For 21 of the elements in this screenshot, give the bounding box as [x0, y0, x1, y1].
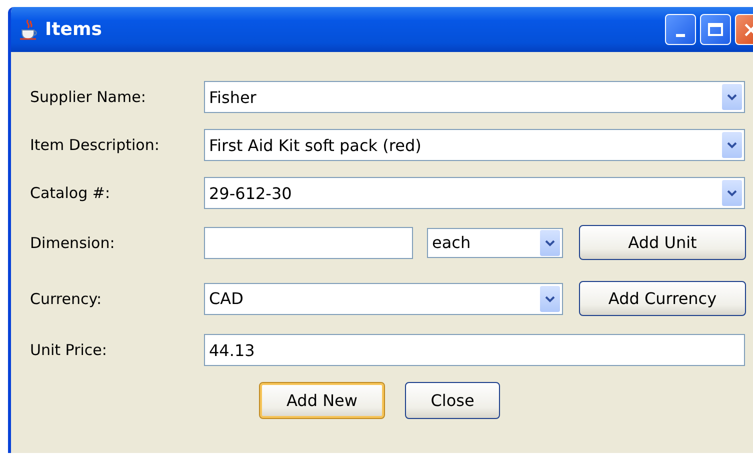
field-label: Catalog #: [30, 184, 111, 202]
dropdown-field[interactable]: 29-612-30 [204, 177, 745, 209]
field-label: Currency: [30, 290, 103, 308]
add-currency-button[interactable]: Add Currency [579, 281, 746, 316]
price-input[interactable]: 44.13 [204, 334, 745, 366]
dialog-button[interactable]: Close [405, 382, 500, 419]
field-label: Supplier Name: [30, 88, 147, 106]
dialog-button[interactable]: Add New [259, 382, 385, 419]
field-label: Unit Price: [30, 341, 108, 359]
dropdown-field[interactable]: Fisher [204, 81, 745, 113]
currency-dropdown[interactable]: CAD [204, 282, 563, 314]
add-unit-button[interactable]: Add Unit [579, 225, 746, 260]
dimension-input[interactable] [204, 226, 413, 258]
dropdown-field[interactable]: First Aid Kit soft pack (red) [204, 129, 745, 161]
window-title: Items [45, 19, 102, 40]
unit-dropdown[interactable]: each [427, 228, 563, 258]
coffee-cup-icon [19, 18, 39, 40]
minimize-button[interactable] [665, 14, 696, 45]
field-label: Item Description: [30, 136, 160, 154]
maximize-button[interactable] [700, 14, 731, 45]
field-label: Dimension: [30, 234, 116, 252]
